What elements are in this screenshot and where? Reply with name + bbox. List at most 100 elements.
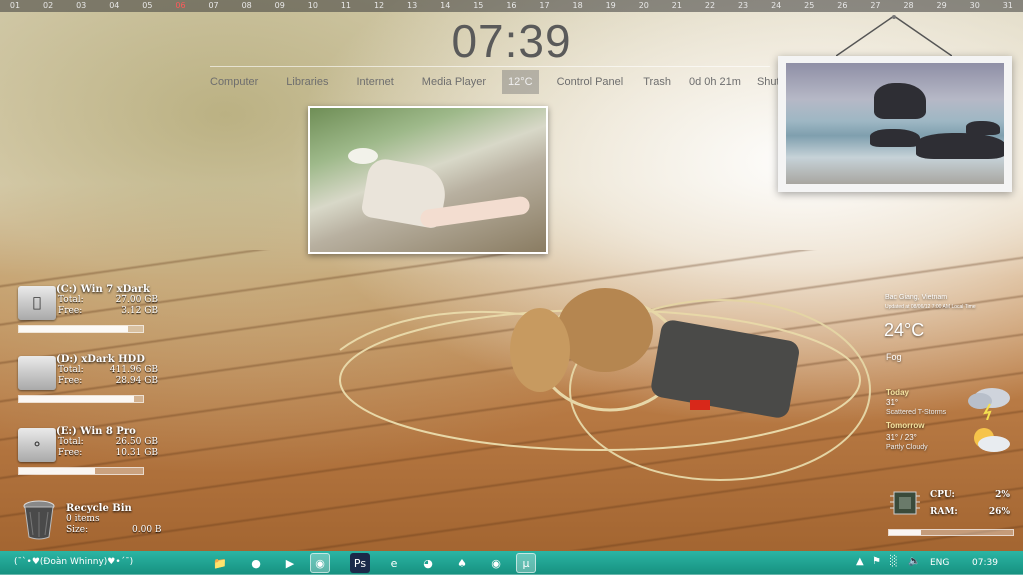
ram-usage-fill [889,530,922,535]
game-character-icon[interactable]: ♠ [452,553,472,573]
menu-media-player[interactable]: Media Player [422,76,486,88]
cpu-value: 2% [995,490,1010,500]
menu-internet[interactable]: Internet [356,76,393,88]
media-player-icon[interactable]: ▶ [280,553,300,573]
launcher-menu: Computer Libraries Internet Media Player… [210,68,808,96]
calendar-day: 24 [771,1,782,10]
calendar-day: 31 [1002,1,1013,10]
menu-control-panel[interactable]: Control Panel [557,76,624,88]
photo-hanger-string [836,15,952,56]
utorrent-icon[interactable]: µ [516,553,536,573]
recycle-bin-widget[interactable]: Recycle Bin 0 items Size: 0.00 B [22,500,202,546]
recycle-bin-icon [23,500,55,540]
menu-divider [210,66,770,67]
photo-frame-seascape[interactable] [778,56,1012,192]
drive-title: (E:) Win 8 Pro [56,426,136,437]
menu-computer[interactable]: Computer [210,76,258,88]
weather-tomorrow-label: Tomorrow [886,421,925,430]
cpu-chip-icon [890,491,920,515]
calendar-day: 03 [76,1,87,10]
language-indicator[interactable]: ENG [930,558,949,568]
xdark-app-icon[interactable]: ◉ [310,553,330,573]
calendar-day: 12 [373,1,385,10]
weather-current-temp: 24°C [884,320,925,340]
weather-today-condition: Scattered T-Storms [886,409,947,416]
photo-seascape-image [786,63,1004,184]
calendar-day: 20 [638,1,649,10]
weather-widget[interactable]: Bac Giang, Vietnam Updated at 08/06/12 7… [884,294,1020,464]
taskbar-clock[interactable]: 07:39 [972,558,998,568]
drive-d-widget[interactable]: (D:) xDark HDD Total: 411.96 GB Free: 28.9… [16,354,206,410]
total-value: 26.50 GB [115,437,158,447]
calendar-day: 11 [340,1,352,10]
calendar-day: 28 [903,1,914,10]
calendar-day: 06 [175,1,186,10]
calendar-day: 26 [837,1,848,10]
weather-today-label: Today [886,388,909,397]
system-monitor-widget[interactable]: CPU: 2% RAM: 26% [888,486,1016,538]
start-button[interactable]: (¯`•♥(Đoàn Whinny)♥•´¯) [14,557,133,567]
tray-expand-icon[interactable]: ▲ [856,556,864,567]
calendar-day: 18 [572,1,583,10]
calendar-day: 13 [407,1,418,10]
total-value: 411.96 GB [109,365,158,375]
weather-current-condition: Fog [886,352,902,362]
wallpaper-headphones [339,288,871,481]
total-value: 27.00 GB [115,295,158,305]
file-explorer-icon[interactable]: 📁 [210,553,230,573]
menu-temperature: 12°C [502,70,539,94]
calendar-day: 10 [307,1,318,10]
drive-usage-bar [18,395,144,403]
calendar-day: 02 [43,1,54,10]
firewire-icon: ⚬ [18,428,56,462]
recycle-bin-size-label: Size: [66,525,89,535]
photoshop-icon[interactable]: Ps [350,553,370,573]
hard-drive-icon [18,356,56,390]
total-label: Total: [58,365,84,375]
weather-tomorrow-condition: Partly Cloudy [886,444,928,451]
recycle-bin-items: 0 items [66,514,100,524]
calendar-day: 01 [9,1,21,10]
action-center-flag-icon[interactable]: ⚑ [872,556,881,567]
menu-libraries[interactable]: Libraries [286,76,328,88]
recycle-bin-title: Recycle Bin [66,503,132,514]
weather-tomorrow-temp: 31° / 23° [886,433,917,442]
total-label: Total: [58,295,84,305]
internet-explorer-icon[interactable]: e [384,553,404,573]
chrome-icon[interactable]: ◕ [418,553,438,573]
free-label: Free: [58,306,83,316]
calendar-day: 16 [506,1,517,10]
calendar-day: 25 [804,1,815,10]
menu-trash[interactable]: Trash [643,76,671,88]
network-icon[interactable]: ░ [890,556,898,567]
calendar-day: 17 [539,1,550,10]
weather-location: Bac Giang, Vietnam [885,294,948,301]
total-label: Total: [58,437,84,447]
free-value: 3.12 GB [121,306,158,316]
calendar-day: 27 [870,1,881,10]
photo-girl-image [310,108,546,252]
drive-c-widget[interactable]:  (C:) Win 7 xDark Total: 27.00 GB Free: 3… [16,284,206,340]
ram-value: 26% [988,507,1010,517]
calendar-day: 22 [704,1,716,10]
calendar-day: 14 [440,1,451,10]
calendar-day: 08 [241,1,252,10]
calendar-day: 07 [208,1,219,10]
drive-usage-bar [18,467,144,475]
drive-e-widget[interactable]: ⚬ (E:) Win 8 Pro Total: 26.50 GB Free: 10.… [16,426,206,482]
calendar-day: 29 [936,1,947,10]
ram-usage-bar [888,529,1014,536]
thunderstorm-icon [968,388,1010,420]
menu-uptime: 0d 0h 21m [688,76,741,88]
network-globe-icon[interactable]: ● [246,553,266,573]
drive-usage-fill [19,396,135,402]
volume-icon[interactable]: 🔈 [908,556,920,567]
apple-icon:  [18,286,56,320]
drive-usage-bar [18,325,144,333]
cpu-label: CPU: [930,490,955,500]
recycle-bin-size-value: 0.00 B [132,525,162,535]
calendar-day: 15 [473,1,484,10]
drive-title: (C:) Win 7 xDark [56,284,150,295]
game-app-icon[interactable]: ◉ [486,553,506,573]
photo-frame-girl[interactable] [308,106,548,254]
